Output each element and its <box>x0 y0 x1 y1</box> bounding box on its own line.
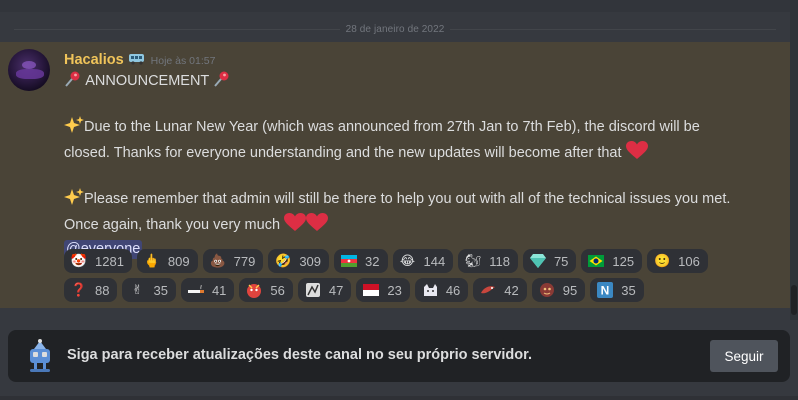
message-timestamp[interactable]: Hoje às 01:57 <box>151 55 216 67</box>
svg-text:N: N <box>601 284 610 298</box>
reaction-count: 41 <box>211 282 227 298</box>
reaction-clown-face[interactable]: 🤡 1281 <box>64 249 132 273</box>
red-heart-icon <box>625 141 648 167</box>
bottom-strip <box>0 396 798 400</box>
announcement-title-line: ANNOUNCEMENT <box>64 70 744 95</box>
follow-channel-bar: Siga para receber atualizações deste can… <box>8 330 790 382</box>
avatar[interactable] <box>8 49 50 91</box>
reaction-flag-indonesia[interactable]: 23 <box>356 278 410 302</box>
reaction-count: 309 <box>299 253 322 269</box>
reaction-count: 88 <box>95 282 110 298</box>
reaction-count: 46 <box>445 282 461 298</box>
gem-icon <box>529 253 546 269</box>
red-heart-icon <box>306 213 329 239</box>
reaction-flag-brazil[interactable]: 125 <box>581 249 643 273</box>
cigarette-icon <box>187 282 204 298</box>
custom-cat-icon <box>422 282 438 298</box>
username[interactable]: Hacalios <box>64 52 124 68</box>
reaction-count: 47 <box>328 282 344 298</box>
flag-brazil-icon <box>588 253 605 269</box>
reaction-tears-of-joy[interactable]: 😂 144 <box>392 249 454 273</box>
reaction-custom-creature[interactable]: 95 <box>531 278 586 302</box>
message-header: Hacalios Hoje às 01:57 <box>64 51 215 68</box>
sparkles-icon <box>64 188 84 213</box>
paragraph-one: Due to the Lunar New Year (which was ann… <box>64 116 744 167</box>
reaction-letter-n[interactable]: N 35 <box>590 278 644 302</box>
rolling-laughing-icon: 🤣 <box>275 253 292 268</box>
reaction-custom-bird[interactable]: 42 <box>473 278 527 302</box>
reaction-count: 125 <box>612 253 635 269</box>
reaction-custom-cat[interactable]: 46 <box>414 278 469 302</box>
custom-creature-icon <box>539 282 555 298</box>
flag-indonesia-icon <box>363 282 380 298</box>
grimace-face-icon: 🙂 <box>654 253 671 268</box>
reaction-middle-finger[interactable]: 🖕 809 <box>136 249 198 273</box>
reaction-count: 1281 <box>95 253 124 269</box>
pushpin-icon <box>213 70 231 95</box>
red-heart-icon <box>284 213 307 239</box>
squirrel-icon: 🐿 <box>464 253 482 268</box>
reaction-flag-azerbaijan[interactable]: 32 <box>334 249 388 273</box>
custom-bird-icon <box>480 282 496 298</box>
reaction-count: 106 <box>678 253 700 269</box>
pushpin-icon <box>64 70 82 95</box>
reaction-list: 🤡 1281 🖕 809 💩 779 🤣 309 32 😂 144 🐿 118 75 125 🙂 106 ❓ 88 ✌… <box>64 249 754 302</box>
letter-n-icon: N <box>597 282 614 298</box>
reaction-count: 35 <box>621 282 636 298</box>
reaction-cigarette[interactable]: 41 <box>180 278 235 302</box>
reaction-red-face[interactable]: 56 <box>239 278 293 302</box>
question-mark-icon: ❓ <box>70 282 88 297</box>
reaction-count: 35 <box>153 282 168 298</box>
reaction-count: 144 <box>423 253 446 269</box>
avatar-art <box>16 69 44 79</box>
reaction-count: 32 <box>365 253 380 269</box>
bus-badge-icon <box>128 52 146 65</box>
announcement-bot-icon <box>24 337 56 375</box>
sparkles-icon <box>64 116 84 141</box>
tears-of-joy-icon: 😂 <box>399 253 416 268</box>
reaction-pile-of-poo[interactable]: 💩 779 <box>202 249 264 273</box>
follow-prompt-text: Siga para receber atualizações deste can… <box>67 347 532 363</box>
previous-message-strip <box>0 0 790 12</box>
reaction-count: 95 <box>562 282 578 298</box>
flag-azerbaijan-icon <box>341 253 358 269</box>
reaction-squirrel[interactable]: 🐿 118 <box>458 249 518 273</box>
scrollbar-thumb[interactable] <box>791 285 797 315</box>
highlighted-message[interactable]: Hacalios Hoje às 01:57 ANNOUNCEMENT Due … <box>0 42 790 308</box>
reaction-custom-sticker[interactable]: 47 <box>297 278 352 302</box>
reaction-victory-hand[interactable]: ✌ 35 <box>122 278 176 302</box>
follow-button[interactable]: Seguir <box>710 340 778 372</box>
reaction-gem[interactable]: 75 <box>522 249 577 273</box>
clown-face-icon: 🤡 <box>70 253 88 268</box>
red-face-icon <box>246 282 262 298</box>
date-divider-label: 28 de janeiro de 2022 <box>339 23 451 35</box>
announcement-title: ANNOUNCEMENT <box>85 73 210 89</box>
paragraph-one-text: Due to the Lunar New Year (which was ann… <box>64 119 700 161</box>
middle-finger-icon: 🖕 <box>143 253 161 268</box>
reaction-count: 809 <box>167 253 190 269</box>
reaction-question-mark[interactable]: ❓ 88 <box>64 278 118 302</box>
scrollbar-track[interactable] <box>790 0 798 320</box>
date-divider: 28 de janeiro de 2022 <box>0 20 790 38</box>
paragraph-two-text: Please remember that admin will still be… <box>64 191 731 233</box>
reaction-count: 779 <box>233 253 256 269</box>
reaction-rolling-laughing[interactable]: 🤣 309 <box>268 249 330 273</box>
reaction-count: 56 <box>270 282 285 298</box>
paragraph-two: Please remember that admin will still be… <box>64 188 744 239</box>
pile-of-poo-icon: 💩 <box>209 253 226 268</box>
reaction-grimace-face[interactable]: 🙂 106 <box>647 249 708 273</box>
reaction-count: 118 <box>489 253 510 269</box>
reaction-count: 42 <box>504 282 519 298</box>
custom-sticker-icon <box>305 282 321 298</box>
reaction-count: 23 <box>387 282 402 298</box>
reaction-count: 75 <box>553 253 569 269</box>
victory-hand-icon: ✌ <box>132 282 143 297</box>
avatar-art <box>22 61 36 69</box>
message-content: ANNOUNCEMENT Due to the Lunar New Year (… <box>64 70 744 260</box>
